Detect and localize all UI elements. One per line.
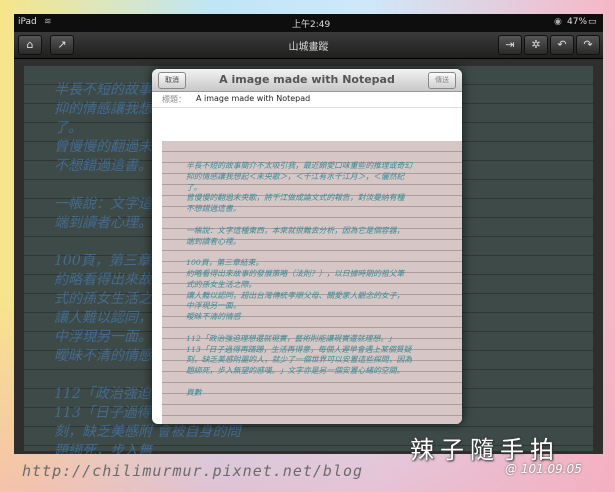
subject-label: 標題：: [162, 95, 186, 104]
device-label: iPad: [18, 17, 37, 27]
clock: 上午2:49: [292, 20, 331, 30]
undo-icon[interactable]: ↶: [550, 35, 574, 55]
lock-rotation-icon: ◉: [554, 17, 562, 27]
import-icon[interactable]: ⇥: [498, 35, 522, 55]
email-compose-dialog: 取消 A image made with Notepad 傳送 標題： A im…: [152, 69, 462, 424]
status-bar: iPad ≋ 上午2:49 ◉ 47% ▭: [14, 14, 603, 32]
send-button[interactable]: 傳送: [428, 72, 456, 89]
subject-row[interactable]: 標題： A image made with Notepad: [152, 91, 462, 108]
battery-icon: ▭: [588, 17, 597, 27]
subject-field[interactable]: A image made with Notepad: [196, 94, 310, 103]
gear-icon[interactable]: ✲: [524, 35, 548, 55]
redo-icon[interactable]: ↷: [576, 35, 600, 55]
watermark-date: @ 101.09.05: [505, 462, 582, 476]
dialog-title: A image made with Notepad: [219, 73, 395, 86]
attached-image: 半長不短的故事簡介不太吸引我，最近頗愛口味重些的推理或奇幻 抑的情感讓我想起＜未…: [162, 141, 462, 424]
battery-percent: 47%: [567, 17, 588, 27]
watermark-url: http://chilimurmur.pixnet.net/blog: [22, 462, 364, 480]
dialog-header: 取消 A image made with Notepad 傳送: [152, 69, 462, 92]
attached-image-text: 半長不短的故事簡介不太吸引我，最近頗愛口味重些的推理或奇幻 抑的情感讓我想起＜未…: [186, 161, 413, 397]
watermark-signature: 辣子隨手拍: [410, 436, 560, 464]
wifi-icon: ≋: [44, 17, 52, 27]
app-toolbar: ⌂ ↗ 山城畫蹤 ⇥ ✲ ↶ ↷: [14, 32, 603, 59]
